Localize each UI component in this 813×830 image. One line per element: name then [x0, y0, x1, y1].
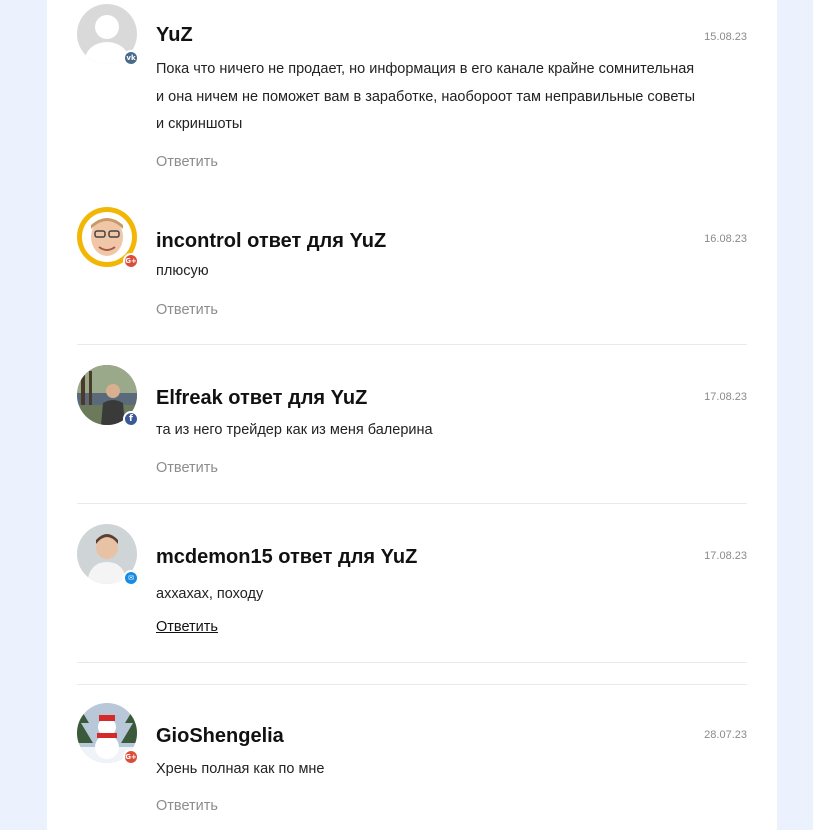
avatar[interactable]: G+ [77, 703, 139, 765]
comment-item: G+ incontrol ответ для YuZ 16.08.23 плюс… [77, 207, 747, 337]
section-divider [77, 684, 747, 685]
comment-author[interactable]: incontrol ответ для YuZ [156, 230, 386, 253]
comment-divider [77, 662, 747, 663]
avatar[interactable]: ✉ [77, 524, 139, 586]
reply-link[interactable]: Ответить [156, 798, 218, 814]
comment-text: Хрень полная как по мне [156, 761, 325, 777]
comment-item: vk YuZ 15.08.23 Пока что ничего не прода… [77, 4, 747, 179]
avatar[interactable]: vk [77, 4, 139, 66]
comment-text: та из него трейдер как из меня балерина [156, 422, 433, 438]
google-plus-icon: G+ [123, 253, 139, 269]
comment-author[interactable]: Elfreak ответ для YuZ [156, 387, 367, 410]
comment-author[interactable]: GioShengelia [156, 725, 284, 748]
comment-item: G+ GioShengelia 28.07.23 Хрень полная ка… [77, 703, 747, 830]
comment-date: 17.08.23 [704, 391, 747, 403]
avatar[interactable]: G+ [77, 207, 139, 269]
comment-item: f Elfreak ответ для YuZ 17.08.23 та из н… [77, 365, 747, 495]
vk-icon: vk [123, 50, 139, 66]
comment-divider [77, 503, 747, 504]
avatar[interactable]: f [77, 365, 139, 427]
comment-date: 16.08.23 [704, 233, 747, 245]
reply-link[interactable]: Ответить [156, 154, 218, 170]
comment-divider [77, 344, 747, 345]
comment-author[interactable]: YuZ [156, 24, 193, 47]
comment-date: 15.08.23 [704, 31, 747, 43]
google-plus-icon: G+ [123, 749, 139, 765]
facebook-icon: f [123, 411, 139, 427]
comment-author[interactable]: mcdemon15 ответ для YuZ [156, 546, 417, 569]
comment-item: ✉ mcdemon15 ответ для YuZ 17.08.23 аххах… [77, 524, 747, 654]
reply-link[interactable]: Ответить [156, 302, 218, 318]
comment-text: плюсую [156, 263, 209, 279]
reply-link[interactable]: Ответить [156, 460, 218, 476]
comment-date: 28.07.23 [704, 729, 747, 741]
mail-icon: ✉ [123, 570, 139, 586]
reply-link[interactable]: Ответить [156, 619, 218, 635]
comment-date: 17.08.23 [704, 550, 747, 562]
comment-text: Пока что ничего не продает, но информаци… [156, 61, 695, 132]
comment-text: аххахах, походу [156, 586, 264, 602]
